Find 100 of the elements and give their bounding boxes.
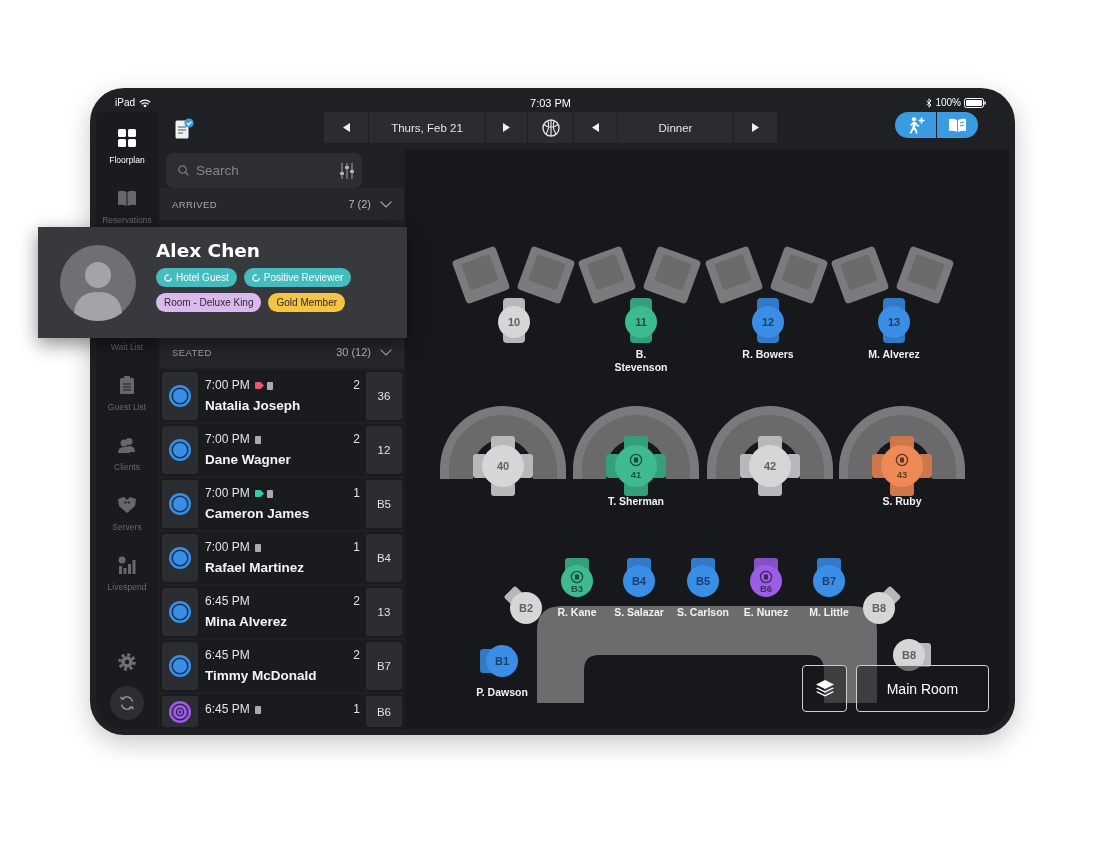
search-field[interactable]: Search bbox=[166, 153, 362, 188]
note-icon bbox=[254, 705, 261, 714]
table-number: 10 bbox=[507, 316, 521, 328]
reservation-row[interactable]: 7:00 PM 2 Natalia Joseph 36 bbox=[160, 370, 404, 422]
table-number: 42 bbox=[763, 460, 777, 472]
grid-icon bbox=[118, 129, 136, 147]
guest-name: S. Carlson bbox=[677, 606, 729, 619]
book-button[interactable] bbox=[937, 112, 978, 138]
guest-name: R. Bowers bbox=[741, 348, 795, 361]
table-number: B6 bbox=[376, 705, 392, 718]
open-book-icon bbox=[949, 118, 966, 132]
party-size: 2 bbox=[353, 594, 360, 609]
bar-stool[interactable] bbox=[503, 585, 542, 624]
clipboard-icon bbox=[120, 376, 134, 394]
booth-table[interactable] bbox=[872, 436, 932, 496]
reservation-time: 7:00 PM bbox=[205, 540, 250, 555]
layers-button[interactable] bbox=[802, 665, 847, 712]
reservation-time: 6:45 PM bbox=[205, 594, 250, 609]
table-number: B4 bbox=[376, 552, 392, 564]
bluetooth-icon bbox=[926, 98, 933, 108]
bar-stool[interactable] bbox=[863, 585, 902, 624]
section-count: 7 (2) bbox=[348, 198, 371, 210]
device-name: iPad bbox=[115, 97, 135, 109]
guest-name: Cameron James bbox=[205, 505, 311, 522]
previous-shift-button[interactable] bbox=[574, 112, 617, 143]
table-number: B4 bbox=[631, 575, 647, 587]
table-number: B8 bbox=[901, 649, 917, 661]
reservation-time: 7:00 PM bbox=[205, 486, 250, 501]
table-number: B2 bbox=[518, 602, 534, 614]
guest-tag: Gold Member bbox=[268, 293, 346, 312]
guest-name: P. Dawson bbox=[476, 686, 528, 699]
guest-name: Mina Alverez bbox=[205, 613, 289, 630]
guest-card-name: Alex Chen bbox=[156, 239, 262, 263]
table-number: B7 bbox=[376, 660, 392, 672]
booth-table[interactable] bbox=[740, 436, 800, 496]
dining-table[interactable] bbox=[498, 298, 530, 343]
table-number: 13 bbox=[377, 606, 391, 618]
section-count: 30 (12) bbox=[336, 346, 371, 358]
wifi-icon bbox=[139, 98, 151, 108]
reservation-time: 7:00 PM bbox=[205, 378, 250, 393]
bar-stool[interactable] bbox=[687, 558, 719, 597]
document-check-icon[interactable] bbox=[175, 118, 194, 139]
reservation-row[interactable]: 6:45 PM 2 Timmy McDonald B7 bbox=[160, 640, 404, 692]
note-icon bbox=[266, 489, 273, 498]
right-triangle-icon bbox=[752, 123, 759, 132]
sliders-icon[interactable] bbox=[340, 163, 354, 179]
chevron-down-icon[interactable] bbox=[380, 348, 392, 356]
previous-day-button[interactable] bbox=[324, 112, 368, 143]
settings-icon[interactable] bbox=[118, 653, 136, 671]
bar-chart-icon bbox=[118, 556, 136, 574]
table-number: 40 bbox=[496, 460, 510, 472]
party-size: 2 bbox=[353, 378, 360, 393]
table-number: 43 bbox=[896, 470, 908, 480]
table-number: B8 bbox=[871, 602, 887, 614]
reservation-time: 6:45 PM bbox=[205, 702, 250, 717]
reservation-row[interactable]: 7:00 PM 1 Cameron James B5 bbox=[160, 478, 404, 530]
reservation-row[interactable]: 7:00 PM 2 Dane Wagner 12 bbox=[160, 424, 404, 476]
battery-percent: 100% bbox=[935, 97, 961, 109]
section-title: SEATED bbox=[172, 346, 212, 358]
bar-stool[interactable] bbox=[893, 639, 931, 671]
dining-table[interactable] bbox=[878, 298, 910, 343]
next-shift-button[interactable] bbox=[734, 112, 777, 143]
bar-stool[interactable] bbox=[813, 558, 845, 597]
party-size: 1 bbox=[353, 702, 360, 717]
guest-tag: Hotel Guest bbox=[156, 268, 237, 287]
guest-tag: Room - Deluxe King bbox=[156, 293, 262, 312]
dining-table[interactable] bbox=[752, 298, 784, 343]
note-icon bbox=[254, 543, 261, 552]
guest-name: Natalia Joseph bbox=[205, 397, 302, 414]
bar-stool[interactable] bbox=[623, 558, 655, 597]
guest-tag: Positive Reviewer bbox=[243, 268, 352, 287]
reservation-row[interactable]: 7:00 PM 1 Rafael Martinez B4 bbox=[160, 532, 404, 584]
battery-icon bbox=[964, 98, 986, 108]
table-number: 11 bbox=[635, 316, 647, 328]
table-number: 12 bbox=[761, 316, 775, 328]
note-icon bbox=[266, 381, 273, 390]
reservation-time: 6:45 PM bbox=[205, 648, 250, 663]
reservation-row[interactable]: 6:45 PM 2 Mina Alverez 13 bbox=[160, 586, 404, 638]
next-day-button[interactable] bbox=[486, 112, 527, 143]
dining-table[interactable] bbox=[625, 298, 657, 343]
table-number: B3 bbox=[570, 584, 584, 594]
room-selector-button[interactable]: Main Room bbox=[856, 665, 989, 712]
guest-name: E. Nunez bbox=[743, 606, 789, 619]
booth-table[interactable] bbox=[473, 436, 533, 496]
ball-button[interactable] bbox=[528, 112, 573, 143]
reservation-time: 7:00 PM bbox=[205, 432, 250, 447]
party-size: 2 bbox=[353, 648, 360, 663]
bar-stool[interactable] bbox=[480, 645, 518, 677]
sync-button[interactable] bbox=[110, 686, 144, 720]
date-picker-button[interactable]: Thurs, Feb 21 bbox=[369, 112, 485, 143]
chevron-down-icon[interactable] bbox=[380, 200, 392, 208]
sidebar-item[interactable]: Floorplan bbox=[97, 126, 157, 165]
bar-stool[interactable] bbox=[561, 558, 593, 597]
shift-picker-button[interactable]: Dinner bbox=[618, 112, 733, 143]
reservation-row[interactable]: 6:45 PM 1 B6 bbox=[160, 694, 404, 729]
guest-name: R. Kane bbox=[557, 606, 597, 619]
table-number: 12 bbox=[377, 444, 391, 456]
ring-icon bbox=[164, 273, 172, 282]
walk-in-button[interactable] bbox=[895, 112, 936, 138]
booth-table[interactable] bbox=[606, 436, 666, 496]
